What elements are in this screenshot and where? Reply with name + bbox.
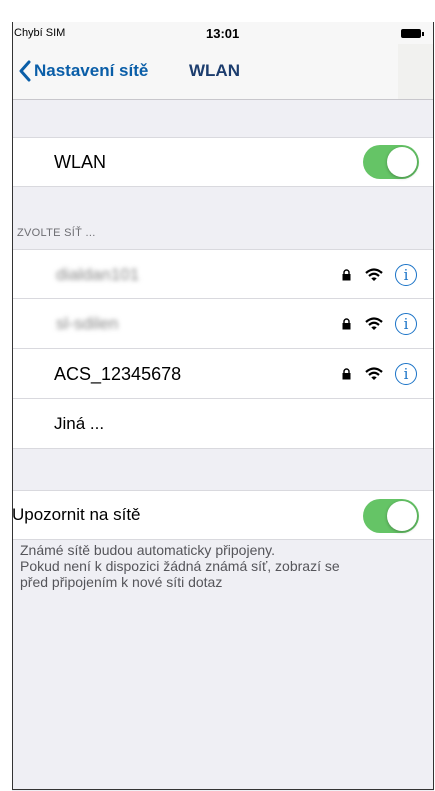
status-time: 13:01: [206, 26, 240, 41]
lock-icon: [342, 269, 351, 281]
wifi-icon: [365, 367, 383, 380]
navigation-bar: Nastavení sítě WLAN: [12, 44, 434, 100]
back-button-label: Nastavení sítě: [34, 61, 149, 80]
nav-bar-decoration: [398, 44, 434, 99]
toggle-knob: [387, 501, 417, 531]
page-title: WLAN: [189, 61, 240, 80]
wlan-label: WLAN: [54, 152, 107, 172]
other-network-label: Jiná ...: [54, 414, 105, 433]
battery-icon: [401, 29, 421, 38]
notify-row: Upozornit na sítě: [12, 490, 434, 540]
network-status-icons: i: [342, 363, 417, 385]
notify-toggle[interactable]: [363, 499, 419, 533]
back-button[interactable]: Nastavení sítě: [18, 60, 148, 82]
other-network-row[interactable]: Jiná ...: [12, 399, 434, 449]
network-status-icons: i: [342, 313, 417, 335]
notify-description: Známé sítě budou automaticky připojeny. …: [20, 542, 415, 590]
chevron-left-icon: [19, 60, 31, 82]
info-icon[interactable]: i: [395, 264, 417, 286]
network-row[interactable]: dialdan101 i: [12, 249, 434, 299]
network-row[interactable]: sl-sdilen i: [12, 299, 434, 349]
network-row[interactable]: ACS_12345678 i: [12, 349, 434, 399]
description-line: před připojením k nové síti dotaz: [20, 574, 223, 590]
status-bar: Chybí SIM 13:01: [12, 22, 434, 44]
network-name: ACS_12345678: [54, 364, 182, 384]
wifi-icon: [365, 268, 383, 281]
battery-tip: [422, 32, 424, 36]
wifi-icon: [365, 317, 383, 330]
description-line: Pokud není k dispozici žádná známá síť, …: [20, 558, 340, 574]
info-icon[interactable]: i: [395, 313, 417, 335]
lock-icon: [342, 368, 351, 380]
description-line: Známé sítě budou automaticky připojeny.: [20, 542, 275, 558]
carrier-label: Chybí SIM: [14, 27, 66, 39]
network-name-blurred: dialdan101: [56, 265, 140, 284]
lock-icon: [342, 318, 351, 330]
network-status-icons: i: [342, 264, 417, 286]
notify-label: Upozornit na sítě: [12, 505, 141, 524]
networks-section-header: ZVOLTE SÍŤ ...: [17, 227, 96, 239]
settings-screen: Chybí SIM 13:01 Nastavení sítě WLAN WLAN…: [12, 22, 434, 791]
wlan-toggle[interactable]: [363, 145, 419, 179]
wlan-row: WLAN: [12, 137, 434, 187]
toggle-knob: [387, 147, 417, 177]
network-name-blurred: sl-sdilen: [56, 314, 119, 333]
info-icon[interactable]: i: [395, 363, 417, 385]
